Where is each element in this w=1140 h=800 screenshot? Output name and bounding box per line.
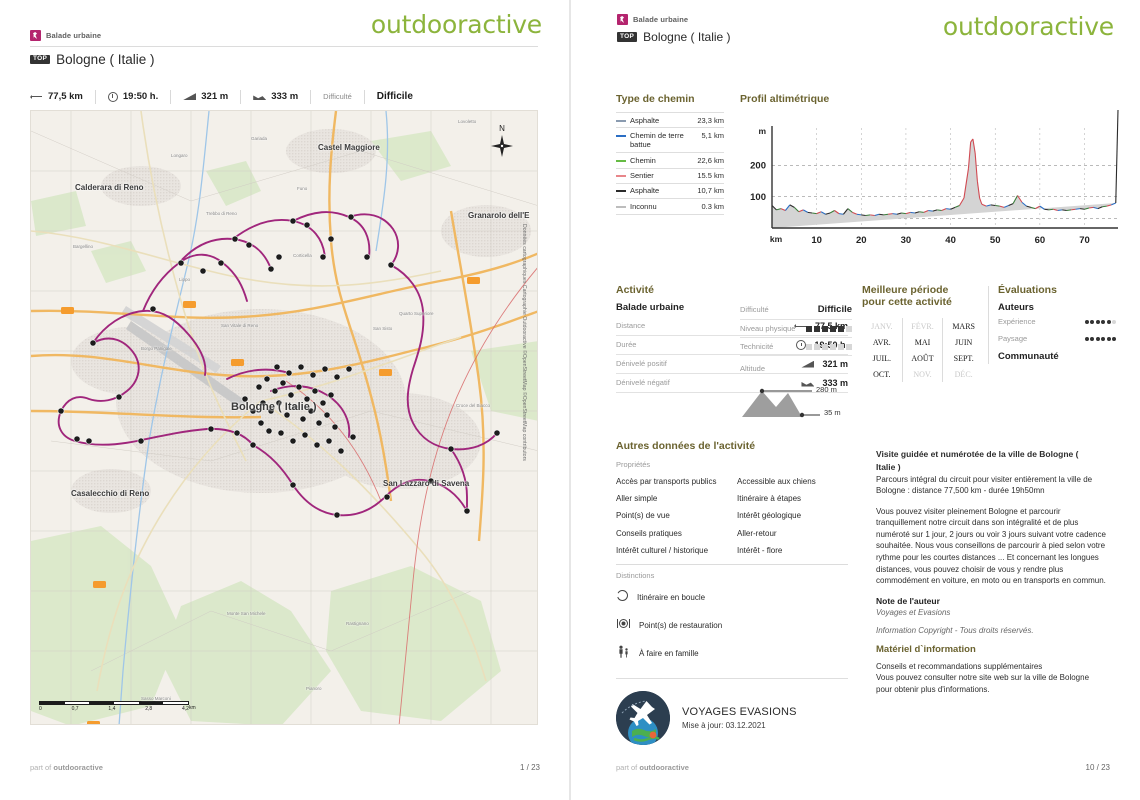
title-text-right: Bologne ( Italie ) [643,30,731,44]
map-scalebar: 0 0,7 1,4 2,8 4,2 [39,701,189,712]
map-label: Calderara di Reno [75,183,144,192]
scale-tick-3: 2,8 [145,706,153,712]
hiker-icon [30,30,41,41]
stat-ascent-value: 321 m [201,91,229,102]
map-label: Croce del Biacco [456,403,491,408]
category-label-right: Balade urbaine [633,15,689,24]
top-badge: TOP [617,32,638,42]
map-label: Lovoletto [458,119,477,124]
map-label: Longaro [171,153,188,158]
distance-icon [30,94,43,100]
map-label: Trebbo di Reno [206,211,237,216]
map-label: Corticella [293,253,312,258]
descent-icon [253,95,267,100]
map-label: San Lazzaro di Savena [383,479,470,488]
map-label: Sasso Marconi [141,696,171,701]
page-left: outdooractive Balade urbaine TOP Bologne… [0,0,570,800]
stat-distance-value: 77,5 km [48,91,83,102]
scale-tick-2: 1,4 [108,706,116,712]
compass-north-label: N [499,124,505,133]
compass: N [489,125,515,163]
map-label: Pianoro [306,686,322,691]
compass-rose-icon [491,135,513,157]
difficulty-value: Difficile [376,91,413,102]
page-title: TOP Bologne ( Italie ) [30,52,154,67]
map-label: Funo [297,186,308,191]
map-label: Lippo [179,277,191,282]
map-label: Castel Maggiore [318,143,380,152]
map-label: Quarto Superiore [399,311,434,316]
stat-duration-value: 19:50 h. [122,91,159,102]
map-label: San Sisto [373,326,393,331]
map-label: Granarolo dell'E [468,211,530,220]
stat-distance: 77,5 km [30,89,96,104]
scale-tick-1: 0,7 [71,706,79,712]
page-right: outdooractive Balade urbaine TOP Bologne… [570,0,1140,800]
clock-icon [107,91,118,102]
map-label: Gariada [251,136,268,141]
scalebar-unit: km [189,705,196,711]
page-title-right: TOP Bologne ( Italie ) [617,30,731,44]
map-label: Casalecchio di Reno [71,489,150,498]
category-row-right: Balade urbaine [617,14,688,25]
scale-tick-4: 4,2 [182,706,189,712]
brand-logo: outdooractive [370,10,542,39]
stat-bar: 77,5 km 19:50 h. 321 m 333 m Difficulté … [30,86,538,107]
map-label: Bologne ( Italie ) [231,401,317,413]
top-badge: TOP [30,54,51,65]
header-divider [30,46,538,47]
map-label: San Vitale di Reno [221,323,259,328]
stat-duration: 19:50 h. [96,89,172,104]
document-spread: outdooractive Balade urbaine TOP Bologne… [0,0,1140,800]
ascent-icon [183,93,197,100]
category-row: Balade urbaine [30,30,101,41]
map-label: Rastignano [346,621,369,626]
title-text: Bologne ( Italie ) [56,52,155,67]
map-label: Bargellino [73,244,94,249]
difficulty-label: Difficulté [323,92,352,101]
footer-prefix: part of [30,763,54,772]
scalebar-bar [39,701,189,705]
map-attribution: Données cartographiques Cartographie Out… [521,224,527,461]
stat-descent: 333 m [241,89,312,104]
map-label: Borgo Panigale [141,346,172,351]
route-map[interactable]: N 0 0,7 1,4 2,8 4,2 km Castel Maggiore C… [30,110,538,725]
map-label: Monte San Michele [227,611,266,616]
scalebar-ticks: 0 0,7 1,4 2,8 4,2 [39,706,189,712]
stat-descent-value: 333 m [271,91,299,102]
brand-logo-right: outdooractive [942,12,1114,41]
stat-difficulty-value-wrap: Difficile [365,90,425,104]
stat-difficulty: Difficulté [311,89,365,104]
page-gutter [569,0,571,800]
hiker-icon [617,14,628,25]
category-label: Balade urbaine [46,31,102,40]
stat-ascent: 321 m [171,89,242,104]
page-number-left: 1 / 23 [519,763,540,772]
scale-tick-0: 0 [39,706,42,712]
footer-left: part of outdooractive [30,763,103,772]
footer-brand: outdooractive [53,763,103,772]
map-canvas [31,111,537,724]
